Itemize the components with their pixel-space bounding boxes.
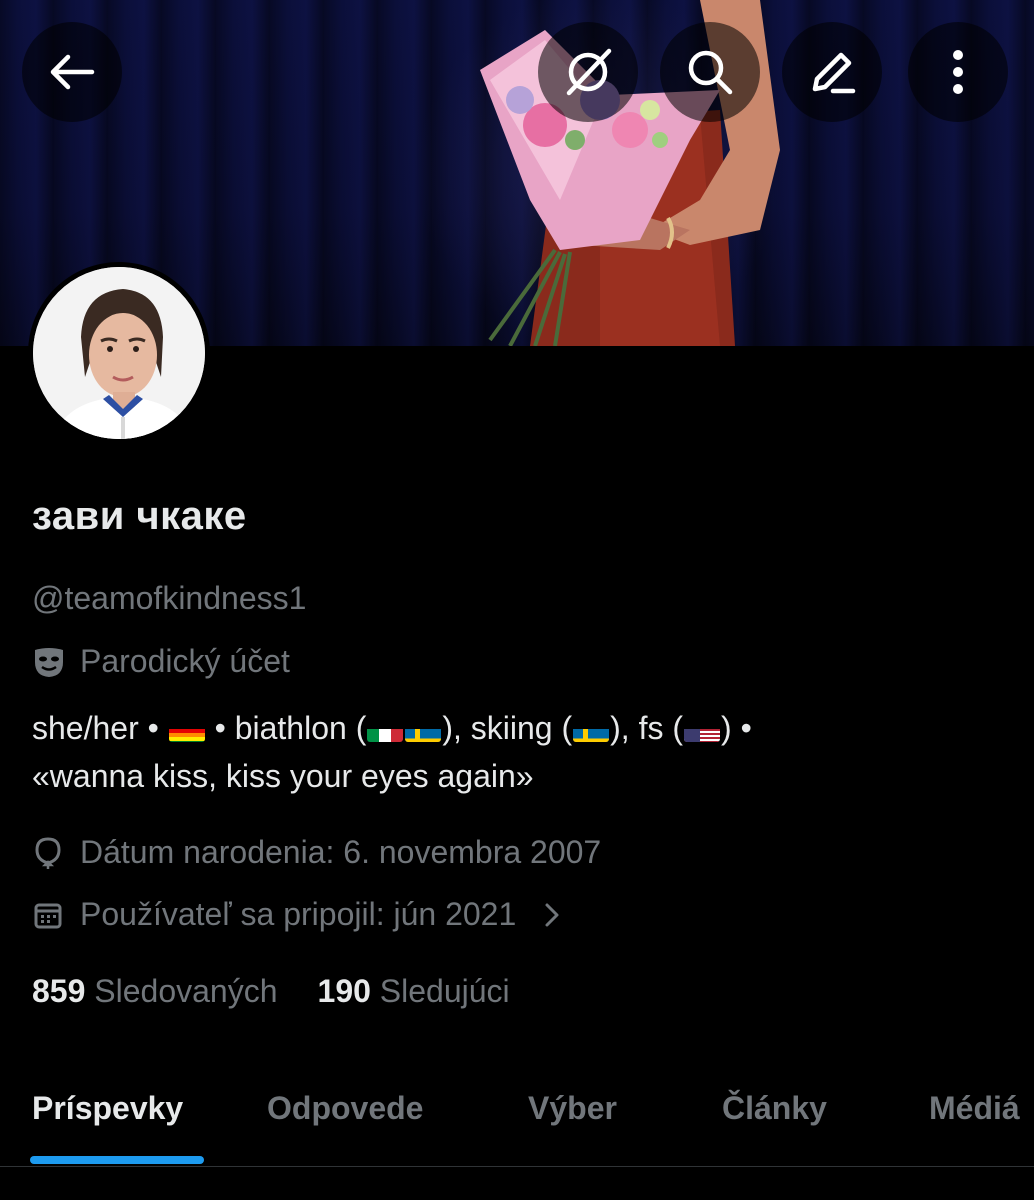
active-tab-indicator: [30, 1156, 204, 1164]
bio-text: she/her •: [32, 710, 168, 746]
balloon-icon: [35, 836, 61, 869]
tab-articles[interactable]: Články: [722, 1090, 827, 1127]
following-link[interactable]: 859 Sledovaných: [32, 973, 278, 1010]
sweden-flag-icon: [405, 718, 442, 742]
italy-flag-icon: [367, 718, 404, 742]
tabs-divider: [0, 1166, 1034, 1167]
grok-icon: [566, 48, 612, 96]
parody-text: Parodický účet: [80, 643, 290, 679]
rainbow-flag-icon: [168, 718, 205, 742]
follow-stats: 859 Sledovaných 190 Sledujúci: [32, 973, 510, 1010]
bio-text: ), skiing (: [442, 710, 573, 746]
followers-link[interactable]: 190 Sledujúci: [318, 973, 510, 1010]
parody-label: Parodický účet: [32, 643, 290, 680]
following-count: 859: [32, 973, 86, 1009]
back-button[interactable]: [22, 22, 122, 122]
profile-tabs: Príspevky Odpovede Výber Články Médiá: [0, 1085, 1034, 1165]
bio-text: • biathlon (: [205, 710, 367, 746]
followers-count: 190: [317, 973, 371, 1009]
usa-flag-icon: [684, 718, 721, 742]
bio-text: ) •: [721, 710, 752, 746]
joined-row[interactable]: Používateľ sa pripojil: jún 2021: [32, 896, 562, 933]
following-label: Sledovaných: [94, 973, 278, 1009]
grok-button[interactable]: [538, 22, 638, 122]
bio-line-1: she/her • • biathlon ( ), skiing ( ), fs (…: [32, 704, 992, 752]
more-vertical-icon: [953, 50, 963, 94]
arrow-left-icon: [50, 54, 95, 90]
joined-text: Používateľ sa pripojil: jún 2021: [80, 896, 517, 932]
mask-icon: [35, 647, 63, 677]
calendar-icon: [34, 903, 62, 928]
avatar-photo: [33, 267, 205, 439]
more-button[interactable]: [908, 22, 1008, 122]
birthday-text: Dátum narodenia: 6. novembra 2007: [80, 834, 602, 870]
tab-posts[interactable]: Príspevky: [32, 1090, 183, 1127]
sweden-flag-icon: [573, 718, 610, 742]
bio-text: ), fs (: [610, 710, 684, 746]
avatar[interactable]: [28, 262, 210, 444]
display-name: зави чкаке: [32, 494, 247, 538]
pencil-icon: [812, 52, 856, 94]
followers-label: Sledujúci: [379, 973, 510, 1009]
tab-highlights[interactable]: Výber: [528, 1090, 617, 1127]
tab-replies[interactable]: Odpovede: [267, 1090, 423, 1127]
search-button[interactable]: [660, 22, 760, 122]
tab-media[interactable]: Médiá: [929, 1090, 1020, 1127]
chevron-right-icon: [545, 903, 559, 926]
birthday-row: Dátum narodenia: 6. novembra 2007: [32, 834, 601, 871]
bio-line-2: «wanna kiss, kiss your eyes again»: [32, 758, 534, 794]
search-icon: [688, 50, 733, 95]
bio: she/her • • biathlon ( ), skiing ( ), fs (…: [32, 704, 992, 800]
edit-button[interactable]: [782, 22, 882, 122]
handle: @teamofkindness1: [32, 580, 307, 616]
